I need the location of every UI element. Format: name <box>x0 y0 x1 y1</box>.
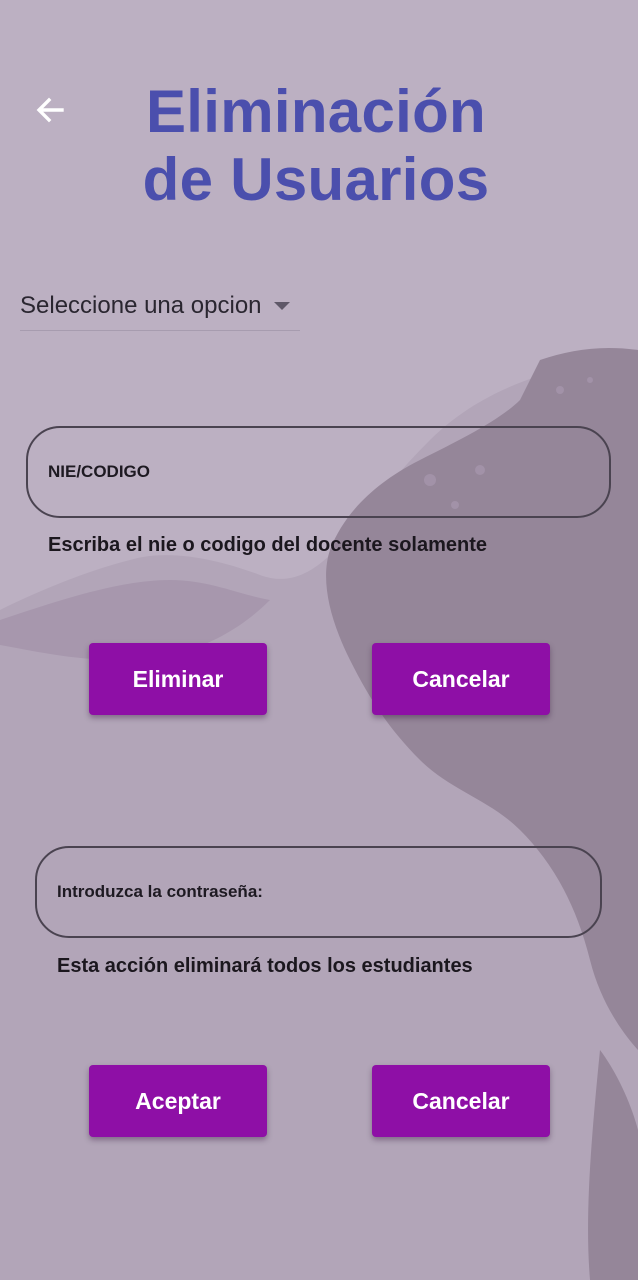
title-line-1: Eliminación <box>145 78 487 145</box>
arrow-left-icon <box>36 97 64 123</box>
back-button[interactable] <box>28 90 72 130</box>
bulk-helper-text: Esta acción eliminará todos los estudian… <box>57 955 473 977</box>
aceptar-button[interactable]: Aceptar <box>89 1065 267 1137</box>
caret-down-icon <box>273 302 290 310</box>
title-line-2: de Usuarios <box>142 146 490 213</box>
screen: Eliminación de Usuarios Seleccione una o… <box>0 0 638 1280</box>
dropdown-selected-value: Seleccione una opcion <box>20 292 262 319</box>
page-title: Eliminación de Usuarios <box>96 78 536 214</box>
password-label: Introduzca la contraseña: <box>57 882 263 901</box>
password-input[interactable]: Introduzca la contraseña: <box>35 846 602 938</box>
nie-codigo-input[interactable]: NIE/CODIGO <box>26 426 611 518</box>
cancelar-button-1[interactable]: Cancelar <box>372 643 550 715</box>
option-dropdown[interactable]: Seleccione una opcion <box>20 282 300 331</box>
eliminar-button[interactable]: Eliminar <box>89 643 267 715</box>
nie-codigo-label: NIE/CODIGO <box>48 462 151 481</box>
nie-helper-text: Escriba el nie o codigo del docente sola… <box>48 534 488 556</box>
cancelar-button-2[interactable]: Cancelar <box>372 1065 550 1137</box>
